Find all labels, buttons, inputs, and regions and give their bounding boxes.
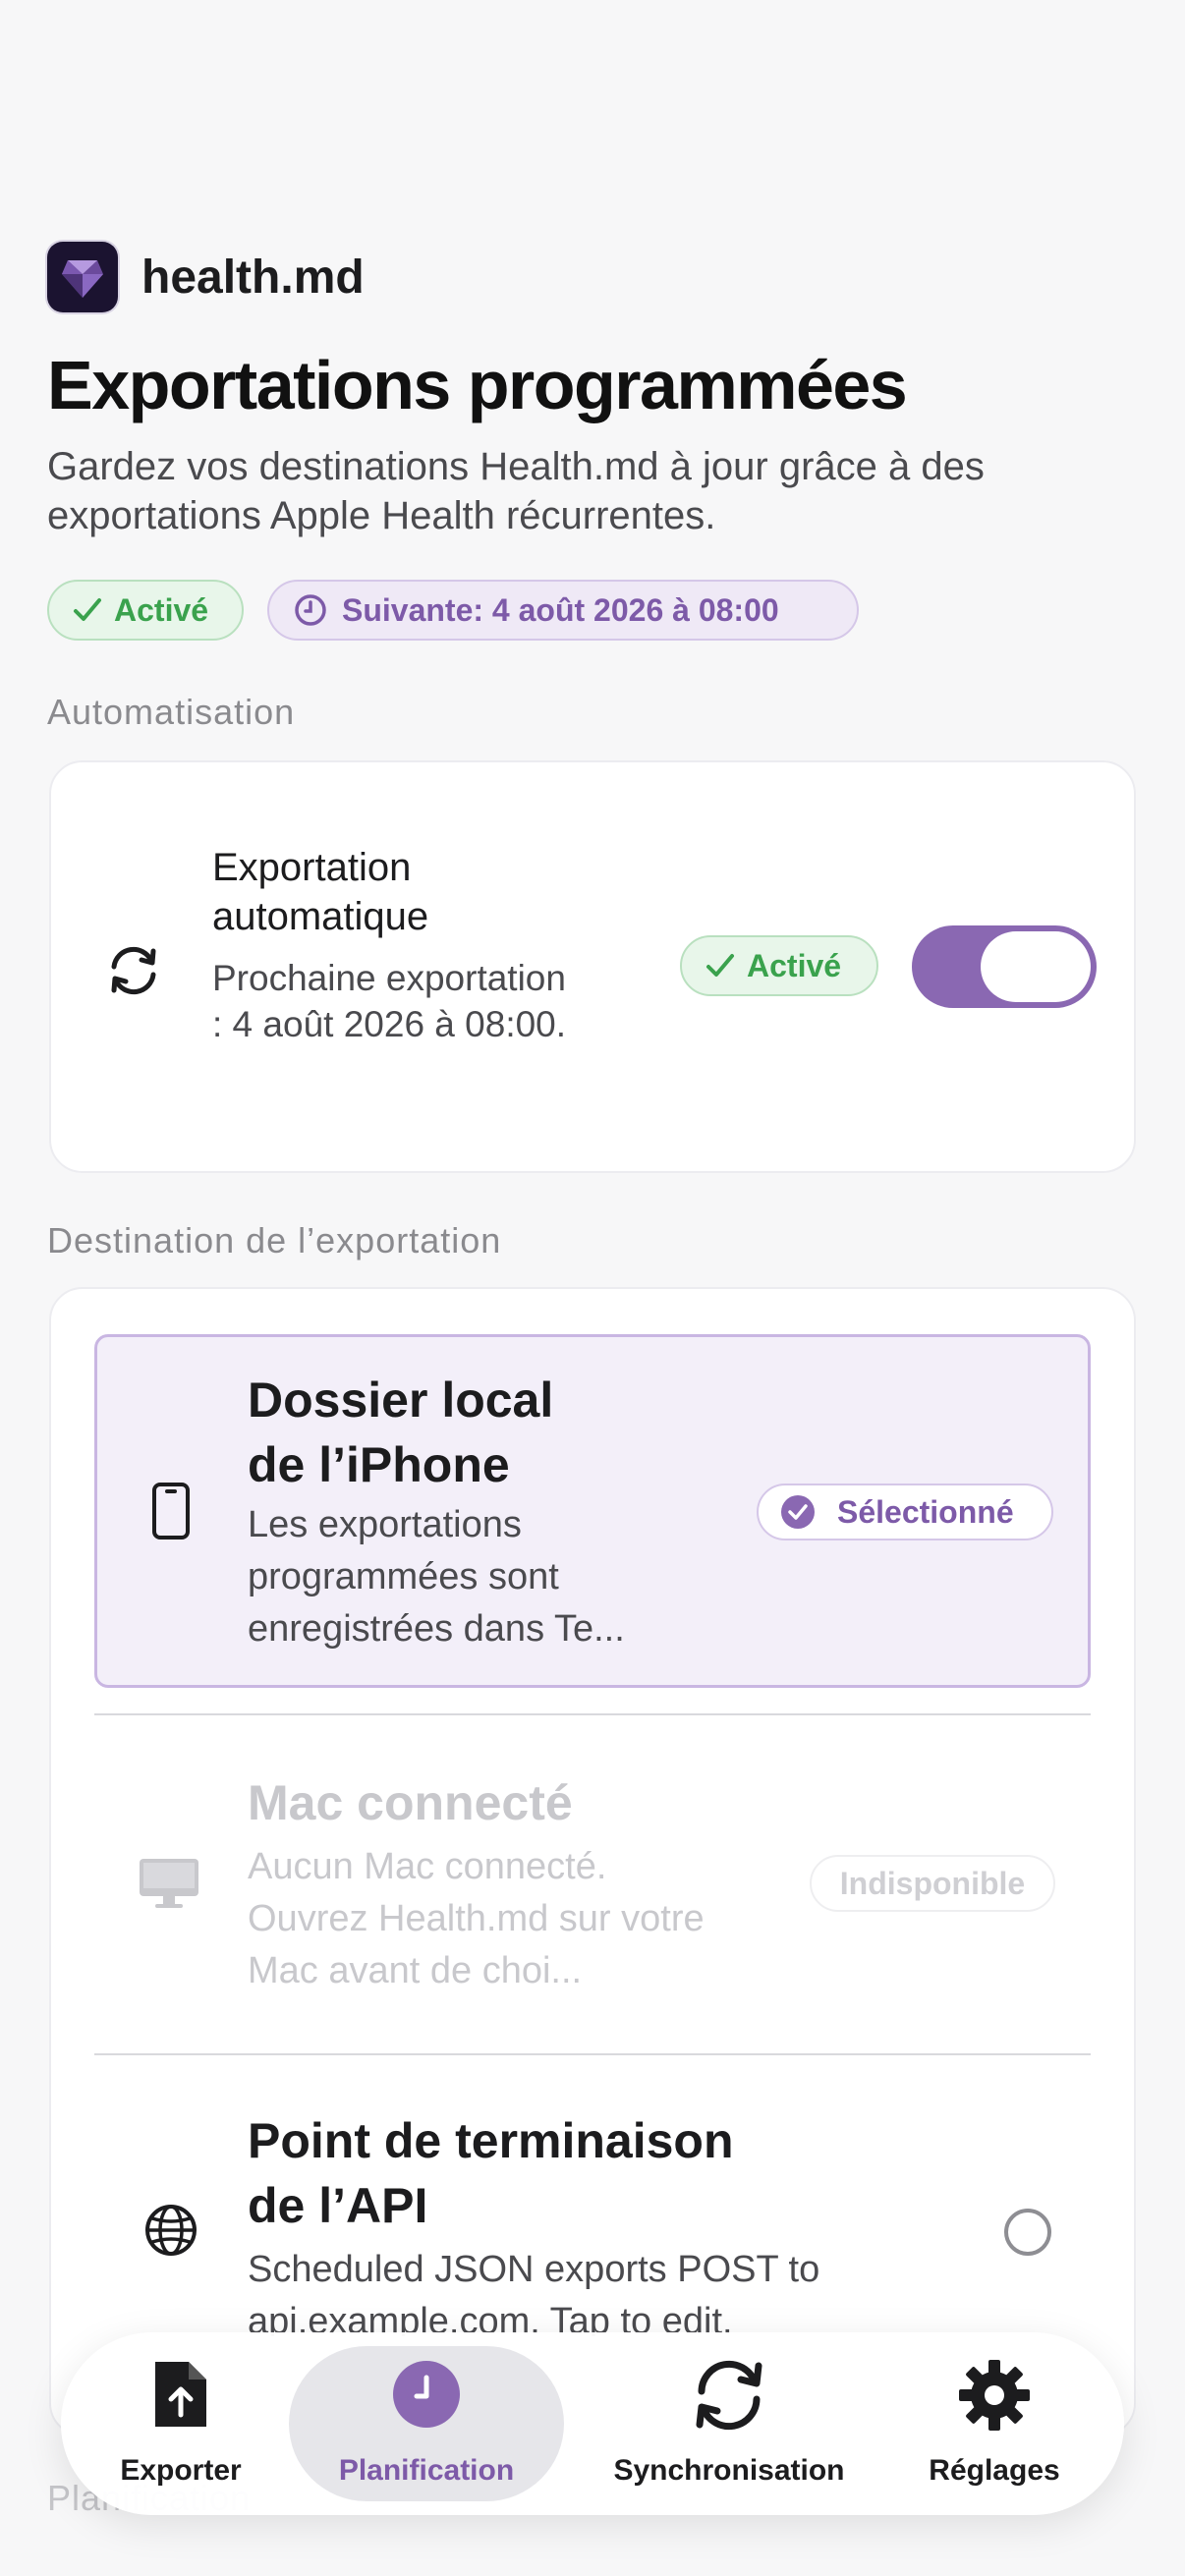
tab-label: Exporter (120, 2454, 242, 2487)
destination-description-api: Scheduled JSON exports POST to api.examp… (248, 2249, 820, 2336)
tab-sync[interactable]: Synchronisation (592, 2346, 867, 2501)
next-export-label: Suivante: 4 août 2026 à 08:00 (342, 591, 779, 628)
page-title: Exportations programmées (47, 347, 908, 423)
sync-icon (696, 2360, 762, 2431)
tab-settings[interactable]: Réglages (896, 2346, 1093, 2501)
automation-description: Prochaine exportation : 4 août 2026 à 08… (212, 958, 567, 1044)
destination-description-iphone: Les exportations programmées sont enregi… (248, 1504, 625, 1650)
app-logo (47, 242, 118, 312)
checkmark-icon (706, 954, 734, 977)
scheduled-exports-screen: health.md Exportations programmées Garde… (0, 0, 1185, 2576)
destination-title-iphone: Dossier local de l’iPhone (248, 1372, 554, 1492)
next-export-pill: Suivante: 4 août 2026 à 08:00 (267, 580, 859, 641)
app-header: health.md (47, 242, 365, 312)
tab-label: Planification (338, 2454, 515, 2487)
page-subtitle: Gardez vos destinations Health.md à jour… (47, 445, 985, 537)
tab-label: Réglages (929, 2454, 1060, 2487)
gear-icon (959, 2360, 1030, 2431)
api-radio-button[interactable] (1004, 2209, 1051, 2256)
automation-status-label: Activé (747, 947, 842, 983)
sync-icon (111, 946, 156, 995)
app-name: health.md (141, 251, 365, 304)
unavailable-status-label: Indisponible (839, 1865, 1026, 1901)
auto-export-toggle[interactable] (912, 925, 1097, 1008)
gem-heart-icon (62, 260, 103, 298)
tab-export[interactable]: Exporter (92, 2346, 269, 2501)
clock-icon (393, 2361, 460, 2428)
desktop-icon (140, 1859, 198, 1908)
selected-status-badge: Sélectionné (757, 1484, 1053, 1540)
divider (94, 2053, 1091, 2055)
globe-icon (145, 2205, 197, 2256)
destination-section-label: Destination de l’exportation (47, 1220, 502, 1260)
unavailable-status-badge: Indisponible (810, 1855, 1055, 1912)
tab-schedule[interactable]: Planification (289, 2346, 564, 2501)
divider (94, 1713, 1091, 1715)
toggle-knob (981, 931, 1091, 1002)
destination-title-api: Point de terminaison de l’API (248, 2113, 734, 2233)
automation-title: Exportation automatique (212, 846, 429, 938)
tab-label: Synchronisation (613, 2454, 845, 2487)
clock-icon (295, 594, 326, 626)
selected-status-label: Sélectionné (837, 1493, 1014, 1530)
automation-section-label: Automatisation (47, 692, 296, 732)
enabled-status-pill: Activé (47, 580, 244, 641)
enabled-status-label: Activé (114, 591, 209, 628)
destination-description-mac: Aucun Mac connecté. Ouvrez Health.md sur… (248, 1846, 705, 1991)
destination-title-mac: Mac connecté (248, 1775, 573, 1830)
iphone-icon (152, 1483, 190, 1540)
automation-status-badge: Activé (680, 935, 878, 996)
checkmark-circle-icon (781, 1495, 815, 1529)
export-document-icon (155, 2362, 206, 2427)
checkmark-icon (74, 598, 101, 621)
tab-bar: Exporter Planification Synchronisation R… (61, 2332, 1124, 2515)
